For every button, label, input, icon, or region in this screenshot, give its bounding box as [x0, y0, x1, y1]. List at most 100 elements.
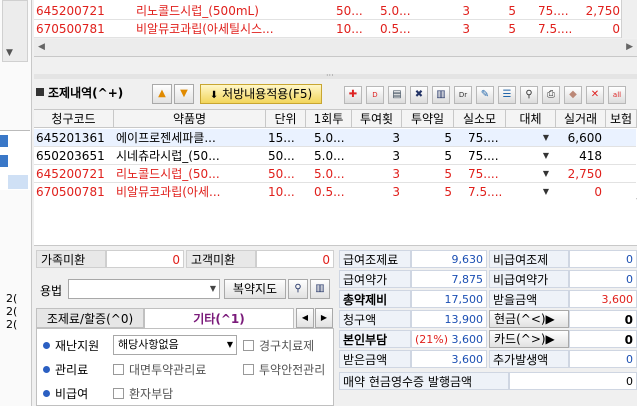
col-header-code[interactable]: 청구코드 [34, 110, 114, 128]
apply-label: 처방내용적용(F5) [222, 87, 313, 101]
col-header-total[interactable]: 실소모 [454, 110, 506, 128]
cell-unit: 50... [336, 4, 363, 18]
apply-arrow-icon: ⬇ [209, 90, 219, 101]
additional-amount-label: 추가발생액 [489, 350, 569, 368]
list-icon[interactable]: ☰ [498, 86, 516, 104]
col-header-times[interactable]: 투여횟 [352, 110, 402, 128]
table-row[interactable]: 650203651 시네츄라시럽_(50... 50... 5.0... 3 5… [34, 147, 636, 165]
search-icon[interactable]: ⚲ [520, 86, 538, 104]
top-grid-scrollbar[interactable] [621, 0, 637, 38]
move-up-button[interactable]: ▲ [152, 84, 172, 104]
scroll-right-icon[interactable]: ▶ [626, 42, 633, 52]
left-line: 2( [6, 292, 18, 305]
cell-days: 5 [508, 4, 516, 18]
cell-total: 75.... [538, 4, 569, 18]
disaster-select[interactable]: 해당사항없음 ▼ [113, 335, 237, 355]
cell-code: 645200721 [36, 4, 105, 18]
tab-other[interactable]: 기타(^1) [144, 308, 294, 328]
chevron-down-icon: ▼ [209, 284, 216, 293]
delete-icon[interactable]: ✕ [586, 86, 604, 104]
table-row[interactable]: 645200721 리노콜드시럽_(50... 50... 5.0... 3 5… [34, 165, 636, 183]
medication-safety-checkbox[interactable]: 투약안전관리 [243, 361, 325, 378]
grid-header: 청구코드 약품명 단위 1회투 투여횟 투약일 실소모 대체 실거래 보험 [34, 110, 637, 129]
table-row[interactable]: 645200721 리노콜드시럽_(500mL) 50... 5.0... 3 … [34, 2, 636, 20]
col-header-insurance[interactable]: 보험 [606, 110, 637, 128]
usage-label: 용법 [40, 284, 63, 298]
cell-days: 5 [444, 149, 452, 163]
splitter-grip-icon: ··· [326, 71, 334, 80]
dur-icon[interactable]: D [366, 86, 384, 104]
claim-amount-label: 청구액 [339, 310, 411, 328]
guide-search-icon[interactable]: ⚲ [288, 279, 308, 299]
toolbar-title: 조제내역(^+) [48, 86, 124, 100]
move-down-button[interactable]: ▼ [174, 84, 194, 104]
cash-receipt-label: 매약 현금영수증 발행금액 [339, 372, 509, 390]
chart-icon[interactable]: ▥ [432, 86, 450, 104]
cell-dose: 5.0... [380, 4, 411, 18]
delete-all-icon[interactable]: all [608, 86, 626, 104]
substitute-dropdown-icon[interactable]: ▼ [539, 131, 553, 145]
print-icon[interactable]: ⎙ [542, 86, 560, 104]
card-button[interactable]: 카드(^>)▶ [489, 330, 569, 348]
table-row[interactable]: 670500781 비알뮤코과립(아세틸시스... 10... 0.5... 3… [34, 20, 636, 38]
cell-days: 5 [444, 167, 452, 181]
cell-actual: 418 [579, 149, 602, 163]
cell-actual: 0 [612, 22, 620, 36]
edit-icon[interactable]: ✎ [476, 86, 494, 104]
table-row[interactable]: 645201361 에이프로젠세파클... 15... 5.0... 3 5 7… [34, 129, 636, 147]
left-list-selected[interactable] [8, 175, 28, 189]
substitute-dropdown-icon[interactable]: ▼ [539, 149, 553, 163]
medication-guide-button[interactable]: 복약지도 [224, 279, 286, 299]
copay-percent: (21%) [414, 333, 448, 346]
splitter-handle[interactable]: ··· [34, 71, 637, 80]
table-row[interactable]: 670500781 비알뮤코과립(아세... 10... 0.5... 3 5 … [34, 183, 636, 201]
col-header-substitute[interactable]: 대체 [506, 110, 556, 128]
guide-extra-icon[interactable] [332, 279, 336, 299]
scroll-left-icon[interactable]: ◀ [38, 42, 45, 52]
cell-total: 75.... [468, 167, 499, 181]
apply-prescription-button[interactable]: ⬇ 처방내용적용(F5) [200, 84, 322, 104]
covered-dispense-fee-label: 급여조제료 [339, 250, 411, 268]
checkbox-icon [243, 364, 254, 375]
facetoface-fee-checkbox[interactable]: 대면투약관리료 [113, 361, 206, 378]
left-panel-strip: ▼ 2( 2( 2( [0, 0, 32, 406]
add-drug-icon[interactable]: ✚ [344, 86, 362, 104]
cash-input[interactable]: 0 [569, 310, 637, 328]
cell-days: 5 [444, 131, 452, 145]
left-scroll-down-icon[interactable]: ▼ [6, 48, 13, 58]
substitute-dropdown-icon[interactable]: ▼ [539, 167, 553, 181]
tab-dispense-fee-label: 조제료/할증(^0) [46, 312, 134, 326]
col-header-unit[interactable]: 단위 [266, 110, 306, 128]
cell-code: 645200721 [36, 167, 105, 181]
dr-icon[interactable]: Dr [454, 86, 472, 104]
grid-empty-area [34, 200, 637, 246]
tab-next-icon[interactable]: ▶ [315, 308, 333, 328]
pill-icon[interactable]: ◆ [564, 86, 582, 104]
col-header-name[interactable]: 약품명 [114, 110, 266, 128]
tab-prev-icon[interactable]: ◀ [296, 308, 314, 328]
bullet-icon [43, 366, 50, 373]
noncovered-dispense-label: 비급여조제 [489, 250, 569, 268]
guide-chart-icon[interactable]: ▥ [310, 279, 330, 299]
toolbar-bullet-icon [36, 88, 44, 96]
cell-total: 7.5.... [468, 185, 503, 199]
cash-button[interactable]: 현금(^<)▶ [489, 310, 569, 328]
cash-receipt-value[interactable]: 0 [509, 372, 637, 390]
oral-treatment-checkbox[interactable]: 경구치료제 [243, 337, 314, 354]
card-input[interactable]: 0 [569, 330, 637, 348]
patient-pay-checkbox[interactable]: 환자부담 [113, 385, 173, 402]
usage-select[interactable]: ▼ [68, 279, 220, 299]
cell-code: 670500781 [36, 185, 105, 199]
calc-icon[interactable]: ▤ [388, 86, 406, 104]
substitute-dropdown-icon[interactable]: ▼ [539, 185, 553, 199]
tab-dispense-fee[interactable]: 조제료/할증(^0) [36, 308, 144, 328]
top-horizontal-scrollbar[interactable]: ◀ ▶ [34, 39, 637, 57]
cell-times: 3 [392, 167, 400, 181]
cell-dose: 0.5... [314, 185, 345, 199]
bullet-icon [43, 390, 50, 397]
tools-icon[interactable]: ✖ [410, 86, 428, 104]
col-header-dose[interactable]: 1회투 [306, 110, 352, 128]
col-header-days[interactable]: 투약일 [402, 110, 454, 128]
cell-name: 리노콜드시럽_(500mL) [136, 4, 259, 18]
col-header-actual[interactable]: 실거래 [556, 110, 606, 128]
